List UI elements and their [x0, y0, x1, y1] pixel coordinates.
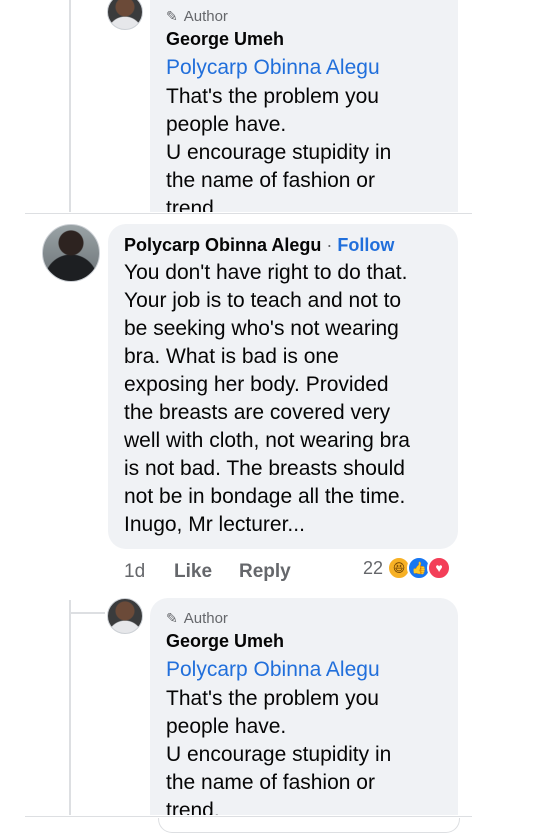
- mention-link[interactable]: Polycarp Obinna Alegu: [166, 56, 380, 80]
- top-reply: ✎ Author George Umeh Polycarp Obinna Aleg…: [0, 0, 552, 212]
- like-button[interactable]: Like: [174, 561, 212, 583]
- divider: [25, 816, 472, 817]
- love-icon: ♥: [427, 556, 452, 580]
- avatar[interactable]: [42, 224, 100, 282]
- author-badge: ✎ Author: [166, 610, 228, 627]
- comment-text: That's the problem you people have. U en…: [166, 687, 392, 815]
- pencil-icon: ✎: [166, 610, 178, 626]
- reply-button[interactable]: Reply: [239, 561, 291, 583]
- mention-link[interactable]: Polycarp Obinna Alegu: [166, 658, 380, 682]
- author-badge: ✎ Author: [166, 8, 228, 25]
- next-bubble-edge: [158, 818, 460, 833]
- timestamp[interactable]: 1d: [124, 561, 145, 583]
- follow-button[interactable]: Follow: [337, 235, 394, 255]
- commenter-name[interactable]: George Umeh: [166, 631, 284, 652]
- divider: [25, 213, 472, 214]
- pencil-icon: ✎: [166, 8, 178, 24]
- commenter-name-line: Polycarp Obinna Alegu · Follow: [124, 235, 395, 255]
- comment-text: You don't have right to do that. Your jo…: [124, 261, 410, 536]
- reaction-count: 22: [363, 557, 384, 578]
- commenter-name[interactable]: George Umeh: [166, 29, 284, 50]
- bottom-reply: ✎ Author George Umeh Polycarp Obinna Aleg…: [0, 598, 552, 815]
- reaction-summary[interactable]: 22 😆 👍 ♥: [363, 556, 452, 580]
- comment-text: That's the problem you people have. U en…: [166, 85, 392, 212]
- commenter-name[interactable]: Polycarp Obinna Alegu: [124, 235, 321, 255]
